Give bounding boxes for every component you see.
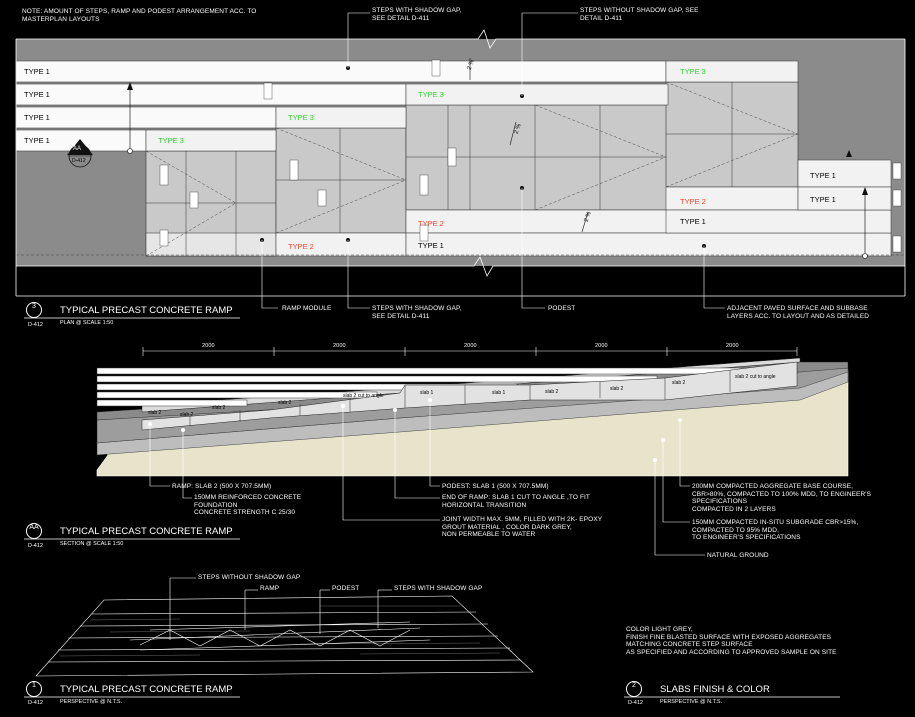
finish-title-underline [624,696,840,698]
